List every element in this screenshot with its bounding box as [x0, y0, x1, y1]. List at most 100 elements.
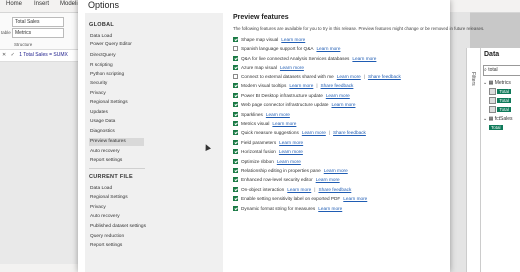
nav-item-privacy[interactable]: Privacy — [89, 90, 146, 98]
feature-checkbox[interactable] — [233, 112, 238, 117]
nav-item-r-scripting[interactable]: R scripting — [89, 62, 146, 70]
commit-icon[interactable]: ✓ — [11, 52, 15, 58]
nav-item-regional-settings[interactable]: Regional Settings — [89, 99, 146, 107]
learn-more-link[interactable]: Learn more — [279, 140, 303, 145]
tab-home[interactable]: Home — [6, 1, 22, 7]
feature-checkbox[interactable] — [233, 121, 238, 126]
feature-checkbox[interactable] — [233, 168, 238, 173]
feature-checkbox[interactable] — [233, 46, 238, 51]
feature-label[interactable]: Relationship editing in properties pane — [241, 168, 321, 173]
learn-more-link[interactable]: Learn more — [277, 159, 301, 164]
feature-checkbox[interactable] — [233, 149, 238, 154]
learn-more-link[interactable]: Learn more — [324, 168, 348, 173]
feature-checkbox[interactable] — [233, 206, 238, 211]
nav-item-usage-data[interactable]: Usage Data — [89, 118, 146, 126]
feature-label[interactable]: Modern visual tooltips — [241, 83, 286, 88]
nav-item-file-auto-recovery[interactable]: Auto recovery — [89, 213, 146, 221]
learn-more-link[interactable]: Learn more — [287, 187, 311, 192]
nav-item-directquery[interactable]: DirectQuery — [89, 52, 146, 60]
learn-more-link[interactable]: Learn more — [266, 112, 290, 117]
field-checkbox[interactable] — [489, 97, 496, 104]
learn-more-link[interactable]: Learn more — [352, 56, 376, 61]
feature-label[interactable]: Metrics visual — [241, 121, 269, 126]
feature-label[interactable]: Sparklines — [241, 112, 263, 117]
feature-checkbox[interactable] — [233, 130, 238, 135]
feature-label[interactable]: Q&A for live connected Analysis Services… — [241, 56, 349, 61]
nav-item-updates[interactable]: Updates — [89, 109, 146, 117]
nav-item-file-privacy[interactable]: Privacy — [89, 204, 146, 212]
feature-checkbox[interactable] — [233, 74, 238, 79]
tab-insert[interactable]: Insert — [34, 1, 49, 7]
share-feedback-link[interactable]: Share feedback — [333, 130, 366, 135]
feature-label[interactable]: Optimize ribbon — [241, 159, 274, 164]
feature-label[interactable]: Shape map visual — [241, 37, 278, 42]
learn-more-link[interactable]: Learn more — [316, 177, 340, 182]
learn-more-link[interactable]: Learn more — [302, 130, 326, 135]
learn-more-link[interactable]: Learn more — [316, 46, 340, 51]
field-row[interactable]: Total — [489, 97, 511, 104]
feature-label[interactable]: Dynamic format string for measures — [241, 206, 315, 211]
nav-item-preview-features[interactable]: Preview features — [89, 138, 144, 146]
feature-checkbox[interactable] — [233, 187, 238, 192]
nav-item-report-settings[interactable]: Report settings — [89, 157, 146, 165]
feature-label[interactable]: Enable setting sensitivity label on expo… — [241, 196, 340, 201]
feature-checkbox[interactable] — [233, 65, 238, 70]
field-checkbox[interactable] — [489, 106, 496, 113]
learn-more-link[interactable]: Learn more — [318, 206, 342, 211]
feature-checkbox[interactable] — [233, 37, 238, 42]
share-feedback-link[interactable]: Share feedback — [318, 187, 351, 192]
nav-item-file-regional-settings[interactable]: Regional Settings — [89, 194, 146, 202]
feature-label[interactable]: Spanish language support for Q&A — [241, 46, 313, 51]
data-search-input[interactable]: ⌕ total — [483, 65, 520, 76]
feature-label[interactable]: Enhanced row-level security editor — [241, 177, 313, 182]
feature-label[interactable]: Web page connector infrastructure update — [241, 102, 328, 107]
nav-item-auto-recovery[interactable]: Auto recovery — [89, 148, 146, 156]
feature-label[interactable]: Quick measure suggestions — [241, 130, 299, 135]
nav-item-security[interactable]: Security — [89, 80, 146, 88]
learn-more-link[interactable]: Learn more — [280, 65, 304, 70]
feature-checkbox[interactable] — [233, 159, 238, 164]
home-table-select[interactable]: Metrics — [12, 28, 64, 38]
cancel-icon[interactable]: ✕ — [2, 52, 6, 58]
field-row[interactable]: Total — [489, 88, 511, 95]
learn-more-link[interactable]: Learn more — [331, 102, 355, 107]
feature-label[interactable]: Connect to external datasets shared with… — [241, 74, 334, 79]
feature-checkbox[interactable] — [233, 196, 238, 201]
feature-label[interactable]: On-object interaction — [241, 187, 284, 192]
measure-name-field[interactable]: Total Sales — [12, 17, 64, 27]
feature-label[interactable]: Azure map visual — [241, 65, 277, 70]
nav-item-query-reduction[interactable]: Query reduction — [89, 233, 146, 241]
nav-item-power-query-editor[interactable]: Power Query Editor — [89, 41, 146, 49]
field-checkbox[interactable] — [489, 88, 496, 95]
learn-more-link[interactable]: Learn more — [281, 37, 305, 42]
feature-checkbox[interactable] — [233, 177, 238, 182]
table-fctsales[interactable]: ⌄ ▦ fctSales — [483, 116, 513, 122]
learn-more-link[interactable]: Learn more — [343, 196, 367, 201]
learn-more-link[interactable]: Learn more — [279, 149, 303, 154]
table-metrics[interactable]: ⌄ ▦ Metrics — [483, 80, 511, 86]
field-row[interactable]: Total — [489, 125, 503, 131]
filters-pane[interactable]: Filters — [466, 48, 481, 272]
share-feedback-link[interactable]: Share feedback — [321, 83, 354, 88]
feature-checkbox[interactable] — [233, 83, 238, 88]
feature-checkbox[interactable] — [233, 56, 238, 61]
nav-item-data-load[interactable]: Data Load — [89, 33, 146, 41]
learn-more-link[interactable]: Learn more — [289, 83, 313, 88]
field-row[interactable]: Total — [489, 106, 511, 113]
learn-more-link[interactable]: Learn more — [272, 121, 296, 126]
nav-item-file-data-load[interactable]: Data Load — [89, 185, 146, 193]
feature-label[interactable]: Horizontal fusion — [241, 149, 276, 154]
nav-item-published-dataset-settings[interactable]: Published dataset settings — [89, 223, 146, 231]
feature-checkbox[interactable] — [233, 102, 238, 107]
learn-more-link[interactable]: Learn more — [337, 74, 361, 79]
feature-checkbox[interactable] — [233, 93, 238, 98]
feature-checkbox[interactable] — [233, 140, 238, 145]
share-feedback-link[interactable]: Share feedback — [368, 74, 401, 79]
nav-item-diagnostics[interactable]: Diagnostics — [89, 128, 146, 136]
feature-label[interactable]: Field parameters — [241, 140, 276, 145]
nav-item-python-scripting[interactable]: Python scripting — [89, 71, 146, 79]
feature-label[interactable]: Power BI Desktop infrastructure update — [241, 93, 323, 98]
formula-bar[interactable]: ✕ ✓ 1 Total Sales = SUMX — [0, 50, 85, 62]
nav-item-file-report-settings[interactable]: Report settings — [89, 242, 146, 250]
learn-more-link[interactable]: Learn more — [326, 93, 350, 98]
